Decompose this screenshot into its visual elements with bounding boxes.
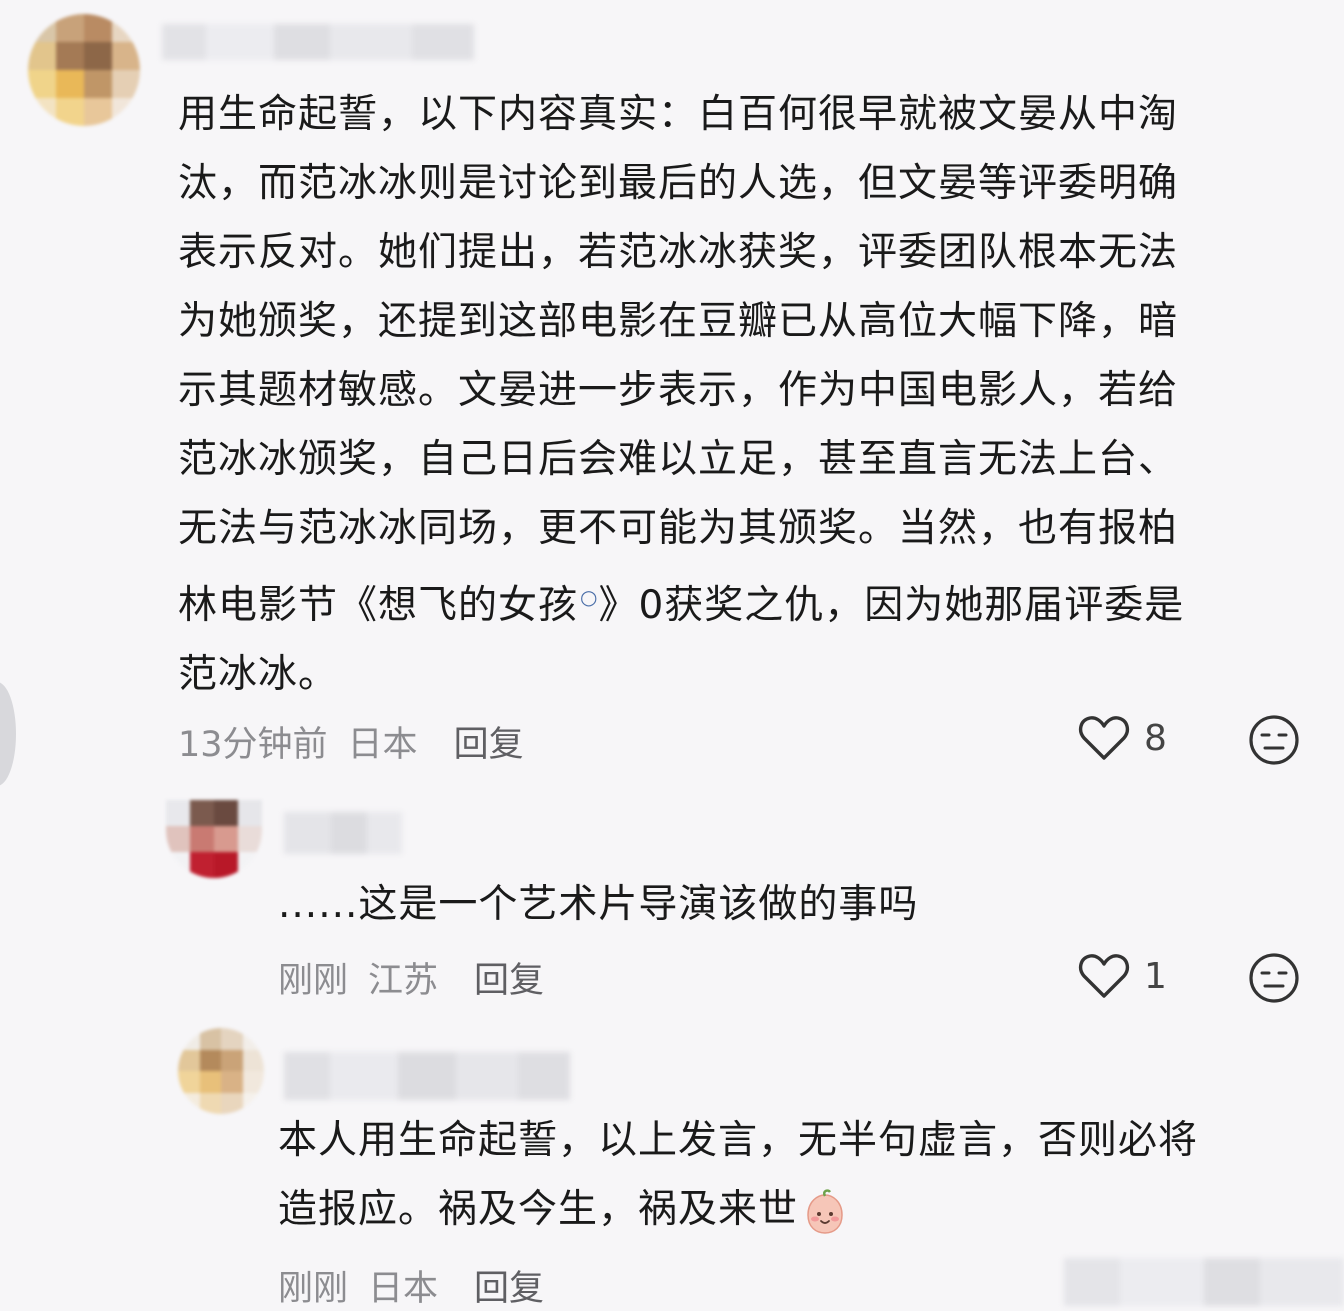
comment-meta: 刚刚 日本 回复 [278,1260,544,1311]
comment-text: 本人用生命起誓，以上发言，无半句虚言，否则必将 造报应。祸及今生，祸及来世 [278,1106,1198,1244]
scroll-edge-handle [0,682,16,786]
like-button[interactable]: 1 [1078,952,1167,1000]
comment-text: ......这是一个艺术片导演该做的事吗 [278,882,919,927]
comment-line: 汰，而范冰冰则是讨论到最后的人选，但文晏等评委明确 [178,161,1179,206]
comment-line: 范冰冰。 [178,652,339,697]
heart-outline-icon [1078,716,1130,760]
timestamp: 刚刚 [278,961,349,1001]
peach-smile-emoji [807,1188,843,1234]
like-count: 1 [1144,955,1167,997]
search-icon[interactable]: ○ [580,585,598,609]
neutral-face-icon[interactable] [1248,714,1300,766]
username-redacted[interactable] [284,812,402,854]
comment-line: 为她颁奖，还提到这部电影在豆瓣已从高位大幅下降，暗 [178,299,1179,344]
neutral-face-icon[interactable] [1248,952,1300,1004]
username-redacted[interactable] [284,1052,570,1100]
avatar[interactable] [166,800,262,878]
comment-line: 林电影节《想飞的女孩 ○》0获奖之仇，因为她那届评委是 [178,583,1185,628]
like-count: 8 [1144,717,1167,759]
heart-outline-icon [1078,954,1130,998]
redacted-overlay [1064,1258,1344,1306]
comment-line: 造报应。祸及今生，祸及来世 [278,1175,1198,1244]
username-redacted[interactable] [162,24,474,60]
reply-button[interactable]: 回复 [474,1260,544,1311]
location: 江苏 [368,961,439,1001]
timestamp: 刚刚 [278,1269,349,1309]
comment-meta: 刚刚 江苏 回复 [278,952,544,1003]
comment-line: 示其题材敏感。文晏进一步表示，作为中国电影人，若给 [178,368,1179,413]
like-button[interactable]: 8 [1078,714,1167,762]
comment-line: 无法与范冰冰同场，更不可能为其颁奖。当然，也有报柏 [178,506,1179,551]
comment-line: 本人用生命起誓，以上发言，无半句虚言，否则必将 [278,1118,1199,1163]
search-link[interactable]: 想飞的女孩 [378,583,578,628]
comment-line: 表示反对。她们提出，若范冰冰获奖，评委团队根本无法 [178,230,1179,275]
reply-button[interactable]: 回复 [474,952,544,1003]
avatar[interactable] [178,1028,264,1114]
avatar[interactable] [28,14,140,126]
location: 日本 [347,725,418,765]
comment-line: 用生命起誓，以下内容真实：白百何很早就被文晏从中淘 [178,92,1179,137]
location: 日本 [368,1269,439,1309]
timestamp: 13分钟前 [178,725,328,765]
comment-meta: 13分钟前 日本 回复 [178,716,524,767]
comment-text: 用生命起誓，以下内容真实：白百何很早就被文晏从中淘 汰，而范冰冰则是讨论到最后的… [178,80,1298,709]
comment-line: 范冰冰颁奖，自己日后会难以立足，甚至直言无法上台、 [178,437,1179,482]
reply-button[interactable]: 回复 [454,716,524,767]
